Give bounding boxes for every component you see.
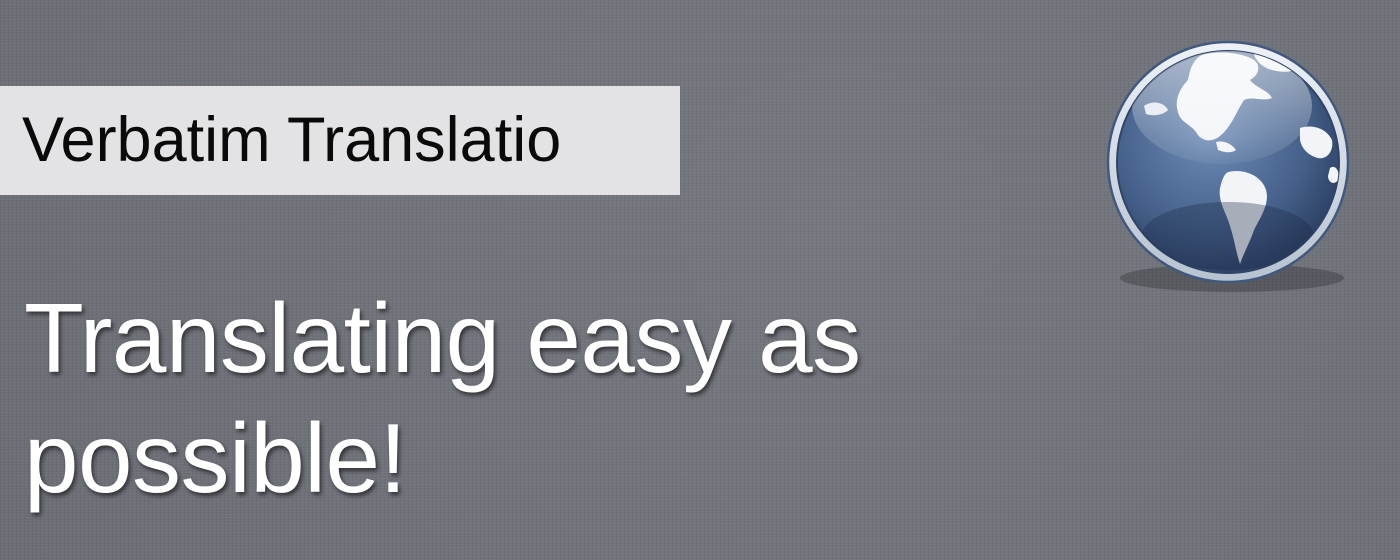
tagline: Translating easy as possible! [24,283,861,513]
globe-icon [1106,40,1350,292]
app-title-label: Verbatim Translatio [0,86,680,195]
